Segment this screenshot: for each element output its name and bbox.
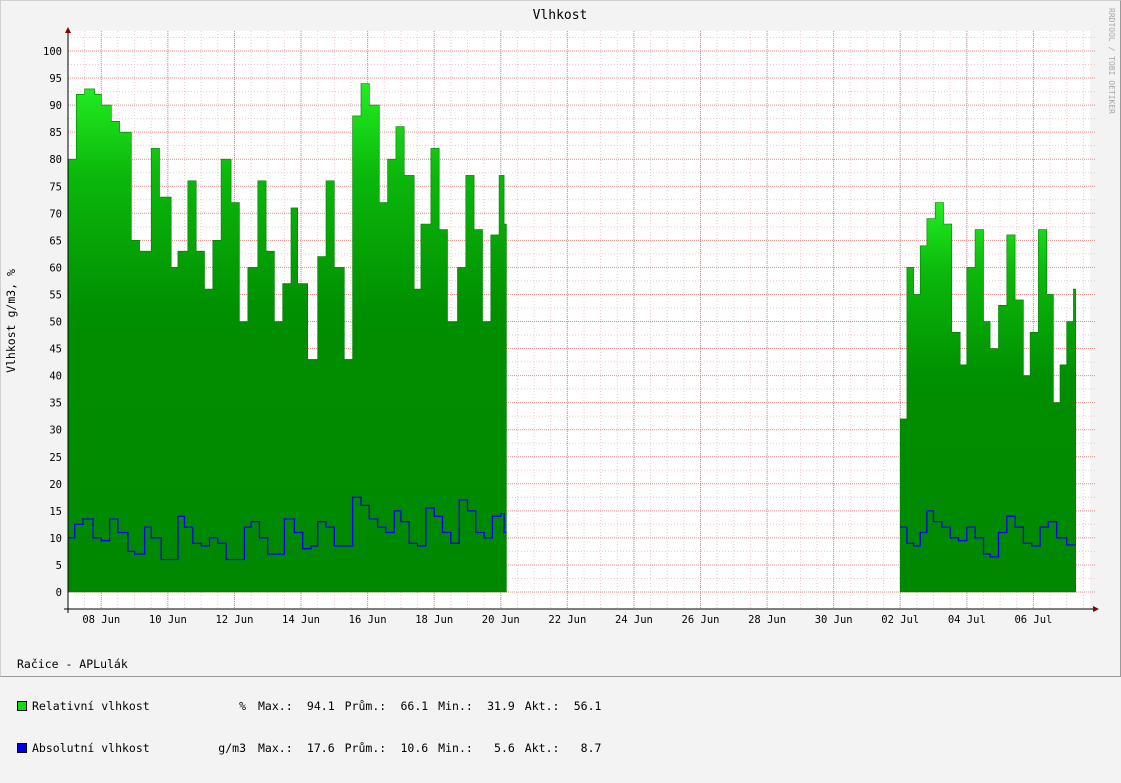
y-tick-label: 95: [49, 73, 62, 85]
legend-name: Absolutní vlhkost: [32, 741, 150, 755]
legend-cur-label: Akt.:: [524, 699, 560, 713]
legend-avg-label: Prům.:: [344, 741, 387, 755]
x-tick-label: 22 Jun: [548, 614, 586, 626]
y-tick-label: 85: [49, 127, 62, 139]
y-tick-label: 55: [49, 289, 62, 301]
x-tick-label: 12 Jun: [215, 614, 253, 626]
legend-max-value: 17.6: [306, 741, 335, 755]
x-tick-label: 30 Jun: [815, 614, 853, 626]
legend-min-label: Min.:: [438, 699, 473, 713]
y-tick-label: 20: [49, 479, 62, 491]
y-tick-label: 100: [43, 46, 62, 58]
y-tick-label: 15: [49, 506, 62, 518]
x-tick-label: 14 Jun: [282, 614, 320, 626]
legend-swatch-relative: [17, 701, 27, 711]
legend-swatch-absolute: [17, 743, 27, 753]
x-tick-label: 02 Jul: [881, 614, 919, 626]
y-axis-label: Vlhkost g/m3, %: [4, 269, 18, 373]
y-tick-labels: 0 5 10 15 20 25 30 35 40 45 50 55 60 65 70 75 80 85 90 95 10…: [43, 46, 62, 599]
legend-max-label: Max.:: [258, 741, 293, 755]
y-axis-arrow: [65, 27, 71, 33]
legend-min-value: 5.6: [494, 741, 515, 755]
legend-cur-label: Akt.:: [524, 741, 560, 755]
x-tick-label: 28 Jun: [748, 614, 786, 626]
legend-cur-value: 56.1: [573, 699, 602, 713]
y-tick-label: 65: [49, 235, 62, 247]
x-tick-label: 20 Jun: [482, 614, 520, 626]
legend-unit: %: [239, 699, 246, 713]
x-tick-label: 24 Jun: [615, 614, 653, 626]
x-tick-label: 10 Jun: [149, 614, 187, 626]
legend-row-absolute: Absolutní vlhkost g/m3 Max.: 17.6 Prům.:…: [17, 741, 611, 755]
y-tick-label: 10: [49, 533, 62, 545]
legend-station: Račice - APLulák: [17, 657, 128, 671]
legend-name: Relativní vlhkost: [32, 699, 150, 713]
x-tick-label: 04 Jul: [948, 614, 986, 626]
chart-frame: Vlhkost Vlhkost g/m3, % RRDTOOL / TOBI O…: [0, 0, 1121, 755]
x-tick-label: 06 Jul: [1014, 614, 1052, 626]
y-tick-label: 5: [56, 560, 62, 572]
y-tick-label: 25: [49, 452, 62, 464]
legend-max-value: 94.1: [306, 699, 335, 713]
y-tick-label: 90: [49, 100, 62, 112]
y-tick-label: 75: [49, 181, 62, 193]
y-tick-label: 45: [49, 344, 62, 356]
legend-min-label: Min.:: [438, 741, 473, 755]
x-tick-label: 08 Jun: [82, 614, 120, 626]
x-tick-label: 26 Jun: [682, 614, 720, 626]
y-tick-label: 40: [49, 371, 62, 383]
legend-max-label: Max.:: [258, 699, 293, 713]
legend-unit: g/m3: [218, 741, 246, 755]
legend-cur-value: 8.7: [580, 741, 602, 755]
legend-avg-value: 66.1: [400, 699, 429, 713]
x-tick-label: 16 Jun: [349, 614, 387, 626]
y-tick-label: 30: [49, 425, 62, 437]
legend-row-relative: Relativní vlhkost % Max.: 94.1 Prům.: 66…: [17, 699, 611, 713]
x-tick-labels: 08 Jun 10 Jun 12 Jun 14 Jun 16 Jun 18 Jun 20 J…: [82, 614, 1052, 626]
legend-avg-label: Prům.:: [344, 699, 387, 713]
legend: Račice - APLulák Relativní vlhkost % Max…: [17, 629, 611, 783]
legend-avg-value: 10.6: [400, 741, 429, 755]
x-tick-label: 18 Jun: [415, 614, 453, 626]
chart-title: Vlhkost: [533, 8, 588, 23]
y-tick-label: 80: [49, 154, 62, 166]
rrdtool-watermark: RRDTOOL / TOBI OETIKER: [1107, 8, 1116, 114]
y-tick-label: 35: [49, 398, 62, 410]
humidity-chart: Vlhkost Vlhkost g/m3, % RRDTOOL / TOBI O…: [4, 8, 1116, 626]
y-tick-label: 50: [49, 317, 62, 329]
y-tick-label: 70: [49, 208, 62, 220]
legend-min-value: 31.9: [487, 699, 515, 713]
y-tick-label: 60: [49, 262, 62, 274]
y-tick-label: 0: [56, 587, 62, 599]
x-axis-arrow: [1093, 606, 1099, 612]
